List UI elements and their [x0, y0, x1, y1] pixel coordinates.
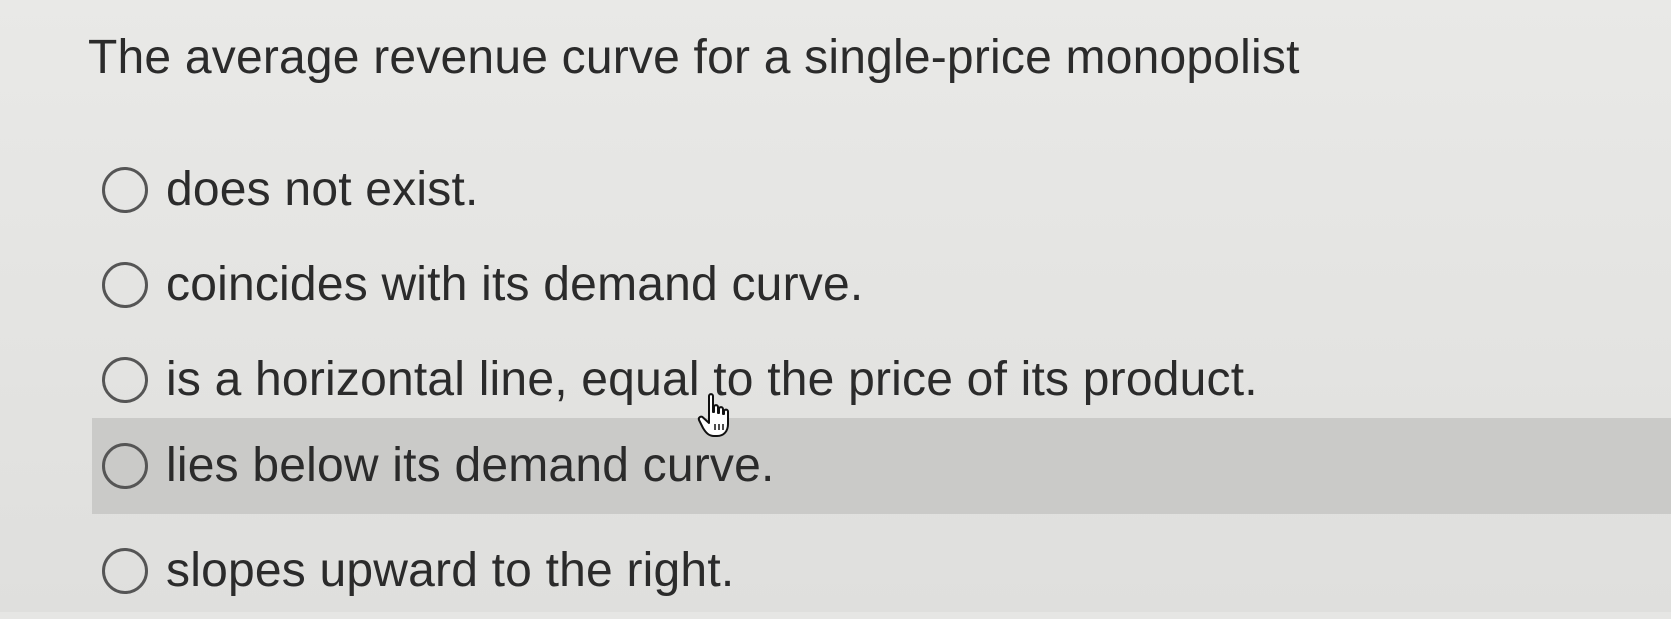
answer-option-slopes-upward[interactable]: slopes upward to the right.: [92, 523, 1671, 619]
option-label: lies below its demand curve.: [166, 439, 775, 492]
radio-button[interactable]: [102, 357, 148, 403]
answer-option-lies-below-demand[interactable]: lies below its demand curve.: [92, 418, 1671, 514]
radio-button[interactable]: [102, 262, 148, 308]
answer-option-horizontal-line[interactable]: is a horizontal line, equal to the price…: [92, 332, 1671, 428]
radio-button[interactable]: [102, 548, 148, 594]
quiz-screen: The average revenue curve for a single-p…: [0, 0, 1671, 612]
radio-button[interactable]: [102, 167, 148, 213]
answer-option-coincides-with-demand[interactable]: coincides with its demand curve.: [92, 237, 1671, 333]
answer-option-does-not-exist[interactable]: does not exist.: [92, 142, 1671, 238]
radio-button[interactable]: [102, 443, 148, 489]
option-label: slopes upward to the right.: [166, 544, 735, 597]
question-prompt: The average revenue curve for a single-p…: [88, 31, 1300, 84]
option-label: coincides with its demand curve.: [166, 258, 864, 311]
option-label: does not exist.: [166, 163, 479, 216]
hand-pointer-icon: [697, 393, 729, 437]
